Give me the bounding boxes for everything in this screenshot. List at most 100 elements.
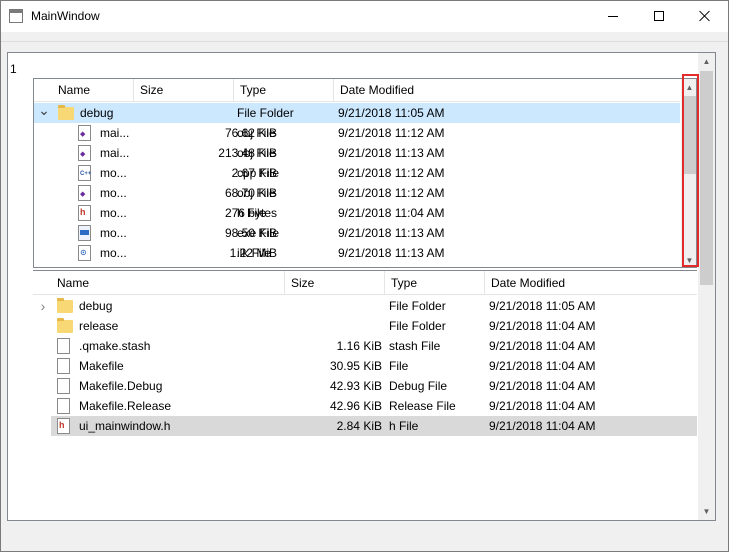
list-column-type[interactable]: Type xyxy=(385,271,485,295)
folder-icon xyxy=(58,105,74,120)
list-view[interactable]: Name Size Type Date Modified › debug File … xyxy=(33,270,697,519)
list-column-name[interactable]: Name xyxy=(51,271,285,295)
tree-view[interactable]: Name Size Type Date Modified ⌄ debug File … xyxy=(33,78,697,268)
title-bar[interactable]: MainWindow xyxy=(1,1,728,32)
tree-cell-name: mo... xyxy=(100,186,127,200)
tree-row[interactable]: h mo... 276 bytes h File 9/21/2018 11:04 AM xyxy=(34,203,680,223)
scroll-up-arrow-icon[interactable]: ▲ xyxy=(698,53,715,70)
maximize-icon xyxy=(654,11,664,21)
h-file-icon: h xyxy=(57,418,70,434)
tree-cell-date: 9/21/2018 11:12 AM xyxy=(338,166,445,180)
tree-cell-name: mai... xyxy=(100,126,130,140)
minimize-icon xyxy=(608,15,618,17)
obj-file-icon: ◆ xyxy=(78,185,91,201)
tree-cell-date: 9/21/2018 11:13 AM xyxy=(338,146,445,160)
chevron-right-icon[interactable]: › xyxy=(37,296,49,316)
tree-cell-name: mo... xyxy=(100,246,127,260)
folder-icon xyxy=(57,298,73,313)
list-cell-date: 9/21/2018 11:04 AM xyxy=(489,339,596,353)
list-cell-type: Release File xyxy=(389,399,456,413)
tree-cell-date: 9/21/2018 11:12 AM xyxy=(338,126,445,140)
tree-column-type[interactable]: Type xyxy=(234,79,334,102)
tree-cell-name: mo... xyxy=(100,206,127,220)
list-cell-type: stash File xyxy=(389,339,441,353)
tree-body: ⌄ debug File Folder 9/21/2018 11:05 AM ◆ mai.… xyxy=(34,103,680,267)
outer-scroll-thumb[interactable] xyxy=(700,71,713,285)
list-cell-type: File Folder xyxy=(389,319,446,333)
tree-row[interactable]: C++ mo... 2.67 KiB cpp File 9/21/2018 11:12 … xyxy=(34,163,680,183)
list-cell-date: 9/21/2018 11:04 AM xyxy=(489,359,596,373)
exe-file-icon xyxy=(78,225,91,241)
cpp-file-icon: C++ xyxy=(78,165,91,181)
tree-cell-date: 9/21/2018 11:04 AM xyxy=(338,206,445,220)
close-icon xyxy=(699,10,711,22)
list-header: Name Size Type Date Modified xyxy=(33,271,697,295)
maximize-button[interactable] xyxy=(636,1,682,31)
tree-cell-name: mo... xyxy=(100,166,127,180)
list-column-size[interactable]: Size xyxy=(285,271,385,295)
tree-cell-name: mo... xyxy=(100,226,127,240)
list-cell-date: 9/21/2018 11:04 AM xyxy=(489,419,596,433)
ilk-file-icon: ⊙ xyxy=(78,245,91,261)
file-icon xyxy=(57,398,70,414)
list-cell-size: 1.16 KiB xyxy=(336,339,382,353)
tree-row[interactable]: ◆ mai... 213.48 KiB obj File 9/21/2018 11:13… xyxy=(34,143,680,163)
tree-row[interactable]: ⊙ mo... 1.22 MiB ilk File 9/21/2018 11:13 AM xyxy=(34,243,680,263)
tree-cell-type: h File xyxy=(237,206,267,220)
close-button[interactable] xyxy=(682,1,728,31)
list-cell-name: release xyxy=(79,319,119,333)
list-row[interactable]: h ui_mainwindow.h 2.84 KiB h File 9/21/2018 … xyxy=(51,416,697,436)
tree-cell-date: 9/21/2018 11:12 AM xyxy=(338,186,445,200)
list-row[interactable]: Makefile.Release 42.96 KiB Release File 9/2… xyxy=(33,396,697,416)
list-row[interactable]: release File Folder 9/21/2018 11:04 AM xyxy=(33,316,697,336)
list-cell-name: Makefile xyxy=(79,359,124,373)
list-row[interactable]: › debug File Folder 9/21/2018 11:05 AM xyxy=(33,296,697,316)
tree-column-name[interactable]: Name xyxy=(52,79,134,102)
list-row[interactable]: Makefile 30.95 KiB File 9/21/2018 11:04 AM xyxy=(33,356,697,376)
tree-column-date-modified[interactable]: Date Modified xyxy=(334,79,680,102)
tree-cell-type: File Folder xyxy=(237,106,294,120)
file-icon xyxy=(57,378,70,394)
minimize-button[interactable] xyxy=(590,1,636,31)
list-cell-size: 42.93 KiB xyxy=(329,379,382,393)
list-cell-name: Makefile.Debug xyxy=(79,379,163,393)
tree-row[interactable]: ⌄ debug File Folder 9/21/2018 11:05 AM xyxy=(34,103,680,123)
chevron-down-icon[interactable]: ⌄ xyxy=(38,103,50,123)
app-window-icon xyxy=(9,9,23,23)
tree-row[interactable]: mo... 98.50 KiB exe File 9/21/2018 11:13 AM xyxy=(34,223,680,243)
list-cell-name: .qmake.stash xyxy=(79,339,151,353)
tree-cell-type: exe File xyxy=(237,226,280,240)
tree-cell-type: obj File xyxy=(237,186,276,200)
list-cell-date: 9/21/2018 11:04 AM xyxy=(489,379,596,393)
tree-row[interactable]: ◆ mo... 68.70 KiB obj File 9/21/2018 11:12 A… xyxy=(34,183,680,203)
list-cell-type: File xyxy=(389,359,409,373)
list-row[interactable]: .qmake.stash 1.16 KiB stash File 9/21/2018 … xyxy=(33,336,697,356)
list-cell-size xyxy=(285,296,382,316)
folder-icon xyxy=(57,318,73,333)
tree-cell-date: 9/21/2018 11:05 AM xyxy=(338,106,445,120)
list-cell-date: 9/21/2018 11:04 AM xyxy=(489,319,596,333)
list-cell-size: 30.95 KiB xyxy=(329,359,382,373)
file-icon xyxy=(57,338,70,354)
obj-file-icon: ◆ xyxy=(78,145,91,161)
list-cell-size: 42.96 KiB xyxy=(329,399,382,413)
tree-cell-date: 9/21/2018 11:13 AM xyxy=(338,226,445,240)
outer-vertical-scrollbar[interactable]: ▲ ▼ xyxy=(698,53,715,520)
scroll-down-arrow-icon[interactable]: ▼ xyxy=(698,503,715,520)
list-cell-type: File Folder xyxy=(389,299,446,313)
tree-row[interactable]: ◆ mai... 76.62 KiB obj File 9/21/2018 11:12 … xyxy=(34,123,680,143)
tree-header: Name Size Type Date Modified xyxy=(34,79,680,102)
tree-cell-type: cpp File xyxy=(237,166,280,180)
obj-file-icon: ◆ xyxy=(78,125,91,141)
list-cell-date: 9/21/2018 11:05 AM xyxy=(489,299,596,313)
highlight-box xyxy=(682,74,699,267)
window-title: MainWindow xyxy=(31,9,100,23)
list-row[interactable]: Makefile.Debug 42.93 KiB Debug File 9/21/20… xyxy=(33,376,697,396)
tree-cell-type: ilk File xyxy=(237,246,272,260)
list-cell-name: debug xyxy=(79,299,113,313)
list-cell-type: h File xyxy=(389,419,419,433)
tree-column-size[interactable]: Size xyxy=(134,79,234,102)
list-cell-name: ui_mainwindow.h xyxy=(79,419,171,433)
list-column-date-modified[interactable]: Date Modified xyxy=(485,271,697,295)
tree-cell-type: obj File xyxy=(237,146,276,160)
